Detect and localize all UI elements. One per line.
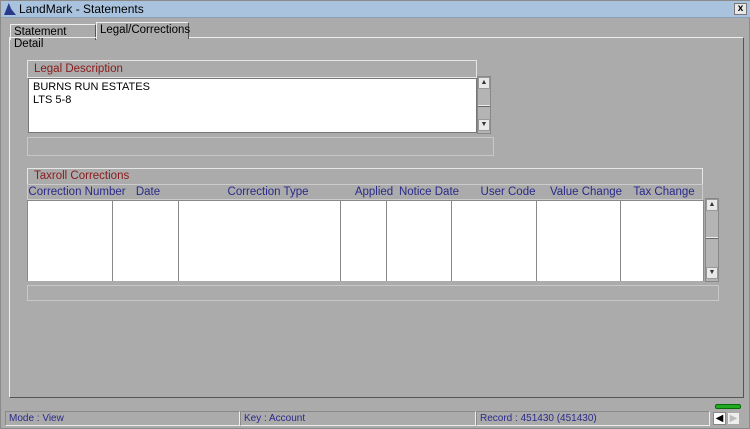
close-button[interactable]: x [734,3,747,15]
status-key: Key : Account [240,411,476,426]
grid-cell[interactable] [28,201,113,281]
legal-description-textarea[interactable]: BURNS RUN ESTATES LTS 5-8 [28,78,477,133]
legal-description-title: Legal Description [28,61,476,77]
col-user-code[interactable]: User Code [468,185,548,201]
legal-line: LTS 5-8 [33,94,72,106]
col-date[interactable]: Date [126,185,170,201]
scroll-up-icon[interactable]: ▲ [706,199,718,211]
grid-cell[interactable] [113,201,179,281]
taxroll-scrollbar[interactable]: ▲ ▼ [705,198,719,282]
tab-legal-corrections[interactable]: Legal/Corrections [96,22,190,39]
app-logo-icon [4,3,16,15]
col-correction-number[interactable]: Correction Number [28,185,126,201]
taxroll-footer-bar [27,285,719,301]
col-notice-date[interactable]: Notice Date [394,185,464,201]
col-tax-change[interactable]: Tax Change [628,185,700,201]
status-record: Record : 451430 (451430) [476,411,710,426]
scroll-up-icon[interactable]: ▲ [478,77,490,89]
col-value-change[interactable]: Value Change [548,185,624,201]
grid-cell[interactable] [452,201,537,281]
legal-footer-bar [27,137,494,156]
status-mode: Mode : View [5,411,240,426]
grid-cell[interactable] [537,201,621,281]
window-title: LandMark - Statements [19,2,144,16]
grid-cell[interactable] [621,201,703,281]
title-bar: LandMark - Statements x [1,1,750,18]
scroll-down-icon[interactable]: ▼ [478,119,490,131]
grid-cell[interactable] [179,201,341,281]
legal-description-group: Legal Description [27,60,477,78]
legal-scrollbar[interactable]: ▲ ▼ [477,76,491,134]
grid-cell[interactable] [387,201,452,281]
taxroll-title: Taxroll Corrections [28,169,702,184]
taxroll-group: Taxroll Corrections [27,168,703,185]
taxroll-header-row: Correction Number Date Correction Type A… [27,184,703,200]
status-indicator [715,404,741,409]
taxroll-grid[interactable] [27,200,704,281]
grid-cell[interactable] [341,201,387,281]
col-applied[interactable]: Applied [350,185,398,201]
scroll-down-icon[interactable]: ▼ [706,267,718,279]
prev-record-arrow-icon[interactable]: ◀ [713,412,726,425]
next-record-arrow-icon[interactable]: ▶ [727,412,740,425]
legal-line: BURNS RUN ESTATES [33,81,150,93]
col-correction-type[interactable]: Correction Type [178,185,358,201]
